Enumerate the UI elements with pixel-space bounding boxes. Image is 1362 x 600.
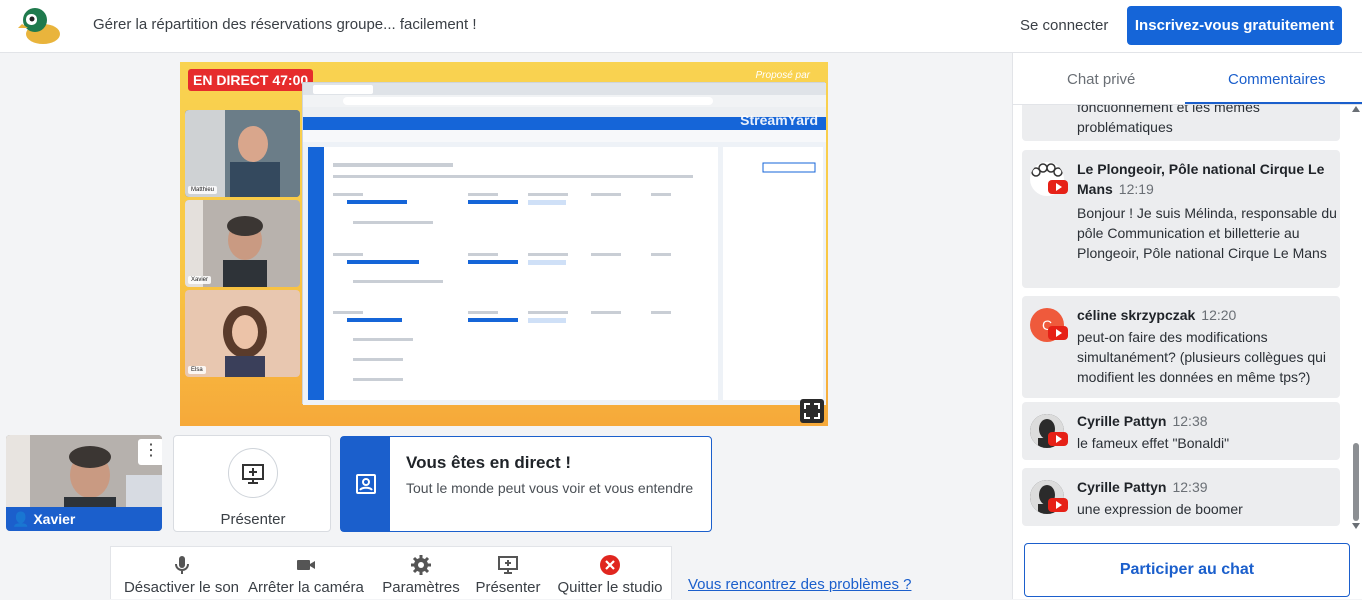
close-circle-icon [599,554,621,576]
scrollbar-thumb[interactable] [1353,443,1359,521]
present-button[interactable]: Présenter [473,547,543,600]
contact-card-icon [341,437,390,531]
mute-button[interactable]: Désactiver le son [119,547,244,600]
tab-comments[interactable]: Commentaires [1228,71,1326,88]
top-header: Gérer la répartition des réservations gr… [0,0,1362,53]
more-options-icon[interactable]: ⋮ [138,439,162,465]
stop-camera-label: Arrêter la caméra [248,579,364,596]
login-link[interactable]: Se connecter [1020,17,1108,34]
present-tile[interactable]: Présenter [173,435,331,532]
author-name: Cyrille Pattyn [1077,413,1167,429]
author-name: céline skrzypczak [1077,307,1196,323]
broadcast-stage: EN DIRECT 47:00 Matthieu Xavier Elsa Pro… [180,62,828,426]
author-name: Cyrille Pattyn [1077,479,1167,495]
comment-text: le fameux effet "Bonaldi" [1077,435,1230,451]
self-name-text: Xavier [33,511,76,527]
self-camera-tile[interactable]: ⋮ 👤 Xavier [6,435,162,531]
gear-icon [410,554,432,576]
help-link[interactable]: Vous rencontrez des problèmes ? [688,576,911,593]
present-screen-icon [497,554,519,576]
settings-label: Paramètres [382,579,460,596]
scroll-down-arrow-icon[interactable] [1352,523,1360,529]
tab-private-chat[interactable]: Chat privé [1067,71,1135,88]
quit-studio-button[interactable]: Quitter le studio [555,547,665,600]
participant-name: Matthieu [188,186,218,194]
live-timer-badge: EN DIRECT 47:00 [188,69,314,91]
scroll-up-arrow-icon[interactable] [1352,106,1360,112]
present-label: Présenter [475,579,541,596]
comment-author: Cyrille Pattyn 12:39 [1077,477,1332,497]
video-camera-icon [295,554,317,576]
youtube-icon [1048,432,1068,446]
comment-time: 12:38 [1172,413,1208,429]
comment-time: 12:20 [1201,307,1237,323]
participant-name: Xavier [188,276,212,284]
live-status-card: Vous êtes en direct ! Tout le monde peut… [340,436,712,532]
duck-logo-icon[interactable] [18,6,62,46]
comment-item: C céline skrzypczak 12:20 peut-on faire d… [1022,296,1340,398]
comment-text: une expression de boomer [1077,501,1243,517]
youtube-icon [1048,498,1068,512]
microphone-icon [171,554,193,576]
join-chat-button[interactable]: Participer au chat [1024,543,1350,597]
streamyard-watermark: StreamYard [740,112,818,128]
chat-panel: Chat privé Commentaires fonctionnement e… [1012,53,1362,599]
fullscreen-icon[interactable] [800,399,824,423]
mute-label: Désactiver le son [123,579,240,596]
present-tile-label: Présenter [220,511,286,528]
header-tagline: Gérer la répartition des réservations gr… [93,16,477,33]
comment-author: Le Plongeoir, Pôle national Cirque Le Ma… [1077,159,1332,199]
comment-text: Bonjour ! Je suis Mélinda, responsable d… [1077,205,1337,261]
comment-item: Cyrille Pattyn 12:38 le fameux effet "Bon… [1022,402,1340,460]
settings-button[interactable]: Paramètres [381,547,461,600]
participant-cam-matthieu: Matthieu [185,110,300,197]
studio-toolbar: Désactiver le son Arrêter la caméra Para… [110,546,672,599]
present-screen-icon [228,448,278,498]
comment-partial: fonctionnement et les mêmes problématiqu… [1022,105,1340,141]
stop-camera-button[interactable]: Arrêter la caméra [248,547,364,600]
brand-credit: Proposé par [755,70,810,81]
comment-text: peut-on faire des modifications simultan… [1077,329,1327,385]
author-name: Le Plongeoir, Pôle national Cirque Le Ma… [1077,161,1325,197]
participant-cam-xavier: Xavier [185,200,300,287]
chat-scrollbar[interactable] [1351,105,1361,535]
quit-studio-label: Quitter le studio [557,579,663,596]
person-icon: 👤 [12,511,30,527]
comments-list: fonctionnement et les mêmes problématiqu… [1013,105,1353,535]
comment-time: 12:39 [1172,479,1208,495]
live-status-title: Vous êtes en direct ! [406,453,572,472]
youtube-icon [1048,326,1068,340]
comment-text: fonctionnement et les mêmes problématiqu… [1077,105,1260,135]
self-name-label: 👤 Xavier [6,507,162,531]
shared-screen [302,82,826,405]
comment-item: Le Plongeoir, Pôle national Cirque Le Ma… [1022,150,1340,288]
live-status-text: Tout le monde peut vous voir et vous ent… [406,480,694,496]
participant-cam-elsa: Elsa [185,290,300,377]
youtube-icon [1048,180,1068,194]
comment-author: céline skrzypczak 12:20 [1077,305,1332,325]
comment-time: 12:19 [1118,181,1154,197]
signup-button[interactable]: Inscrivez-vous gratuitement [1127,6,1342,45]
participant-name: Elsa [188,366,206,374]
comment-author: Cyrille Pattyn 12:38 [1077,411,1332,431]
comment-item: Cyrille Pattyn 12:39 une expression de bo… [1022,468,1340,526]
